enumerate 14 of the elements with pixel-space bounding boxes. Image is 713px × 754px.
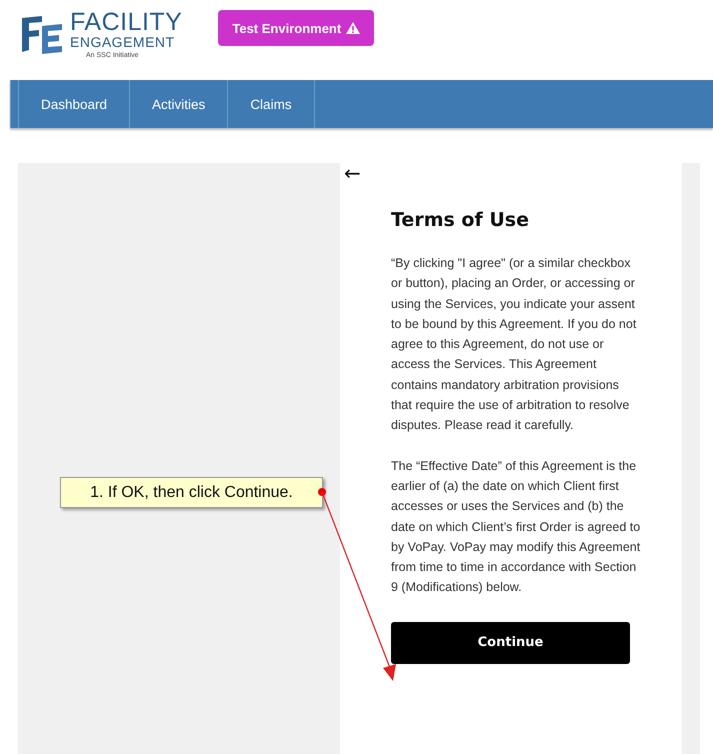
logo-icon [20,14,64,54]
environment-badge[interactable]: Test Environment [218,10,374,46]
back-button[interactable]: ← [344,161,361,185]
terms-paragraph: “By clicking "I agree" (or a similar checkbox or button), placing an Order, or accessing or using the Services, you indicate your assent to be bound by this Agreement. If you do not agree to this Agreement, do not use or access the Services. This Agreement contains mandatory arbitration provisions that require the use of arbitration to resolve disputes. Please read it carefully. [391,255,638,434]
warning-icon [346,22,360,34]
logo-subtitle: ENGAGEMENT [70,35,176,49]
nav-tab[interactable]: Activities [129,80,228,128]
terms-title: Terms of Use [391,209,530,231]
logo-title: FACILITY [70,10,182,35]
nav-tab[interactable]: Dashboard [18,80,130,128]
nav-tab[interactable]: Claims [227,80,315,128]
terms-paragraph: The “Effective Date” of this Agreement is the earlier of (a) the date on which Client first accesses or uses the Services and (b) the date on which Client’s first Order is agreed to by VoPay. VoPay may modify this Agreement from time to time in accordance with Section 9 (Modifications) below. [391,458,641,596]
callout-note: 1. If OK, then click Continue. [60,477,323,508]
continue-button[interactable]: Continue [391,622,630,664]
